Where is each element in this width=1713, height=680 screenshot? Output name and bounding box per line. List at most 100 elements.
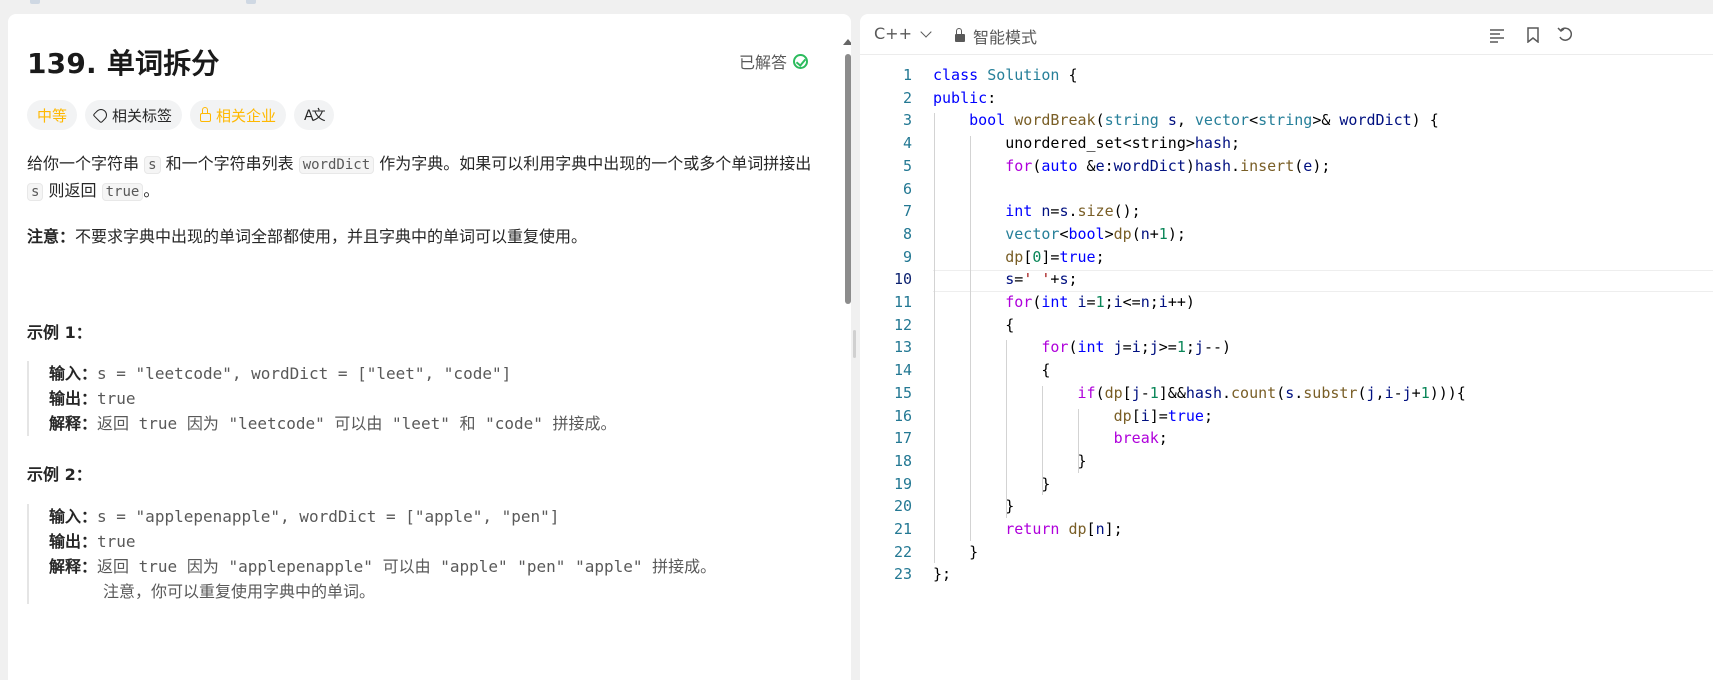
problem-note: 注意：不要求字典中出现的单词全部都使用，并且字典中的单词可以重复使用。 <box>27 224 822 250</box>
desc-text: 和一个字符串列表 <box>160 154 299 173</box>
tab-icon <box>246 0 256 4</box>
inline-code: true <box>101 183 144 201</box>
line-number: 19 <box>893 474 912 493</box>
code-line[interactable]: for(int j=i;j>=1;j--) <box>933 338 1231 356</box>
code-line[interactable]: { <box>933 316 1014 334</box>
line-number: 4 <box>902 134 912 153</box>
desc-text: 给你一个字符串 <box>27 154 145 173</box>
code-line[interactable]: }; <box>933 565 951 583</box>
format-icon[interactable] <box>1489 27 1505 43</box>
mode-label: 智能模式 <box>973 28 1038 47</box>
line-number: 7 <box>902 202 912 221</box>
chevron-down-icon <box>920 25 932 38</box>
note-label: 注意： <box>27 227 76 246</box>
inline-code: s <box>144 156 161 174</box>
line-number: 23 <box>893 565 912 584</box>
desc-text: 。 <box>143 181 160 200</box>
inline-code: wordDict <box>298 156 375 174</box>
editor-mode-toggle[interactable]: 智能模式 <box>955 24 1037 48</box>
code-line[interactable]: bool wordBreak(string s, vector<string>&… <box>933 111 1439 129</box>
problem-description: 给你一个字符串 s 和一个字符串列表 wordDict 作为字典。如果可以利用字… <box>27 151 822 205</box>
indent-guide <box>1042 385 1044 496</box>
line-number: 15 <box>893 383 912 402</box>
language-label: C++ <box>874 24 912 43</box>
example-explanation: 返回 true 因为 "leetcode" 可以由 "leet" 和 "code… <box>97 414 617 433</box>
code-line[interactable]: if(dp[j-1]&&hash.count(s.substr(j,i-j+1)… <box>933 384 1466 402</box>
companies-tag-label: 相关企业 <box>216 106 277 125</box>
check-circle-icon <box>793 53 809 69</box>
inline-code: s <box>27 183 44 201</box>
explain-label: 解释： <box>49 557 98 576</box>
tag-row: 中等 相关标签 相关企业 A文 <box>27 100 334 130</box>
topics-tag-button[interactable]: 相关标签 <box>85 100 183 130</box>
line-number: 2 <box>902 88 912 107</box>
companies-tag-button[interactable]: 相关企业 <box>190 100 287 130</box>
code-line[interactable]: } <box>933 543 978 561</box>
code-line[interactable]: { <box>933 361 1050 379</box>
line-number: 5 <box>902 156 912 175</box>
solved-label: 已解答 <box>739 53 788 72</box>
code-line[interactable]: } <box>933 497 1014 515</box>
solved-status: 已解答 <box>739 49 809 73</box>
difficulty-badge[interactable]: 中等 <box>27 100 78 130</box>
example-input: s = "applepenapple", wordDict = ["apple"… <box>97 507 560 526</box>
panel-resize-handle[interactable] <box>853 330 856 358</box>
input-label: 输入： <box>49 364 98 383</box>
line-number: 9 <box>902 247 912 266</box>
code-line[interactable]: break; <box>933 429 1168 447</box>
line-number: 12 <box>893 315 912 334</box>
example-explanation-note: 注意，你可以重复使用字典中的单词。 <box>103 582 376 601</box>
tag-icon <box>92 106 110 124</box>
desc-text: 作为字典。如果可以利用字典中出现的一个或多个单词拼接出 <box>374 154 812 173</box>
code-line[interactable]: return dp[n]; <box>933 520 1122 538</box>
indent-guide <box>970 136 972 541</box>
code-line[interactable]: for(int i=1;i<=n;i++) <box>933 293 1195 311</box>
bookmark-icon[interactable] <box>1525 27 1541 43</box>
problem-panel: 139. 单词拆分 已解答 中等 相关标签 相关企业 A文 给你一个字符串 s … <box>8 14 851 680</box>
editor-toolbar: C++ 智能模式 <box>860 14 1713 55</box>
code-line[interactable]: dp[i]=true; <box>933 407 1213 425</box>
line-number: 22 <box>893 542 912 561</box>
scroll-up-arrow-icon[interactable] <box>843 39 851 45</box>
code-line[interactable]: } <box>933 475 1050 493</box>
indent-guide <box>934 113 935 564</box>
output-label: 输出： <box>49 532 98 551</box>
translate-button[interactable]: A文 <box>294 100 334 130</box>
code-editor-panel: C++ 智能模式 1 class Solution {2 public: 3 bool… <box>860 14 1713 680</box>
indent-guide <box>1078 408 1080 473</box>
description-scrollbar[interactable] <box>845 54 851 304</box>
code-line[interactable]: public: <box>933 89 996 107</box>
line-number: 20 <box>893 497 912 516</box>
line-number: 14 <box>893 361 912 380</box>
example-explanation: 返回 true 因为 "applepenapple" 可以由 "apple" "… <box>97 557 717 576</box>
language-select[interactable]: C++ <box>874 24 932 43</box>
line-number: 11 <box>893 293 912 311</box>
example-heading: 示例 1： <box>27 323 92 342</box>
lock-icon <box>955 28 965 42</box>
line-number: 21 <box>893 520 912 538</box>
output-label: 输出： <box>49 389 98 408</box>
code-line[interactable]: } <box>933 452 1086 470</box>
lock-icon <box>200 106 212 122</box>
line-number: 16 <box>893 406 912 425</box>
line-number: 17 <box>893 429 912 448</box>
code-line[interactable]: class Solution { <box>933 66 1078 84</box>
translate-icon: A文 <box>304 108 326 124</box>
top-tab-strip <box>0 0 1713 14</box>
code-line[interactable]: s=' '+s; <box>933 270 1077 288</box>
tab-icon <box>30 0 40 4</box>
code-line[interactable]: for(auto &e:wordDict)hash.insert(e); <box>933 157 1330 175</box>
line-number: 10 <box>893 270 912 289</box>
example-output: true <box>97 532 136 551</box>
reset-icon[interactable] <box>1557 27 1573 43</box>
explain-label: 解释： <box>49 414 98 433</box>
line-number: 8 <box>902 224 912 243</box>
code-line[interactable]: int n=s.size(); <box>933 202 1140 220</box>
line-number: 6 <box>902 179 912 198</box>
code-line[interactable]: dp[0]=true; <box>933 248 1104 266</box>
indent-guide <box>1006 340 1008 518</box>
example-heading: 示例 2： <box>27 465 92 484</box>
code-line[interactable]: unordered_set<string>hash; <box>933 134 1240 152</box>
line-number: 3 <box>902 111 912 130</box>
line-number: 13 <box>893 338 912 357</box>
